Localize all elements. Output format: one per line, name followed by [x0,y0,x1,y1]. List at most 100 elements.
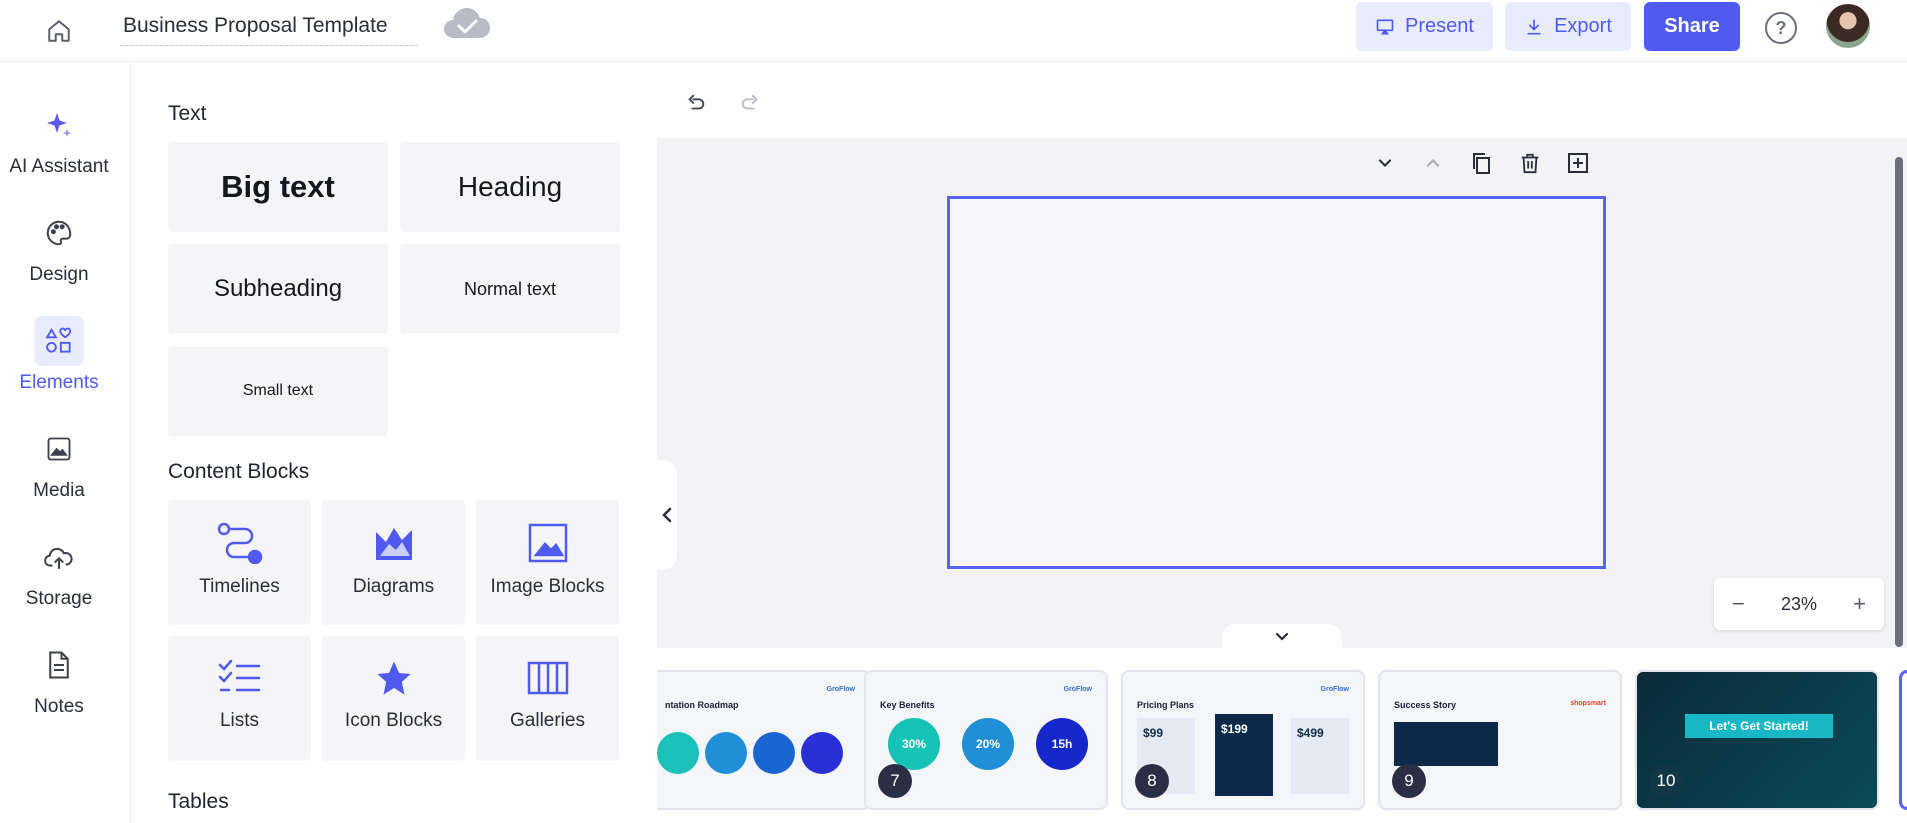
canvas-toolbar [657,62,1907,138]
slide-number: 8 [1135,764,1169,798]
undo-icon [688,94,705,110]
image-block-icon [528,523,567,563]
section-title-tables: Tables [168,790,229,813]
home-icon [48,20,70,42]
section-title-text: Text [168,102,207,125]
rail-item-storage[interactable]: Storage [0,532,118,632]
rail-label: Notes [34,696,84,717]
cloud-saved-icon [442,6,492,42]
chevron-up-icon [1426,159,1440,167]
slide-thumbnail[interactable]: Success Story shopsmart 9 [1378,670,1622,810]
shapes-icon [34,316,84,366]
chevron-down-icon [1378,159,1392,167]
palette-icon [34,208,84,258]
undo-button[interactable] [679,86,713,120]
zoom-level: 23% [1780,593,1818,614]
big-text-block[interactable]: Big text [168,142,388,232]
present-label: Present [1405,15,1474,37]
present-icon [1376,19,1394,34]
chevron-left-icon [662,507,672,523]
zoom-in-button[interactable]: + [1853,591,1866,617]
section-title-content-blocks: Content Blocks [168,460,310,483]
rail-item-notes[interactable]: Notes [0,640,118,740]
slide-thumbnail[interactable]: Pricing Plans GroFlow $99 $199 $499 8 [1121,670,1365,810]
rail-item-ai-assistant[interactable]: AI Assistant [0,100,118,200]
slide-thumbnail[interactable]: ntation Roadmap GroFlow [657,670,871,810]
slide-number: 9 [1392,764,1426,798]
zoom-control: − 23% + [1714,578,1884,630]
left-rail: AI Assistant Design Elements Media Stora… [0,62,131,823]
document-title-input[interactable]: Business Proposal Template [120,10,418,46]
toggle-slide-strip-button[interactable] [1222,624,1342,650]
image-icon [34,424,84,474]
rail-label: Media [33,480,85,501]
plus-square-icon [1568,153,1588,173]
canvas-scrollbar[interactable] [1895,157,1903,647]
diagrams-block[interactable]: Diagrams [322,500,465,625]
move-slide-up-button[interactable] [1416,146,1450,180]
present-button[interactable]: Present [1356,2,1493,51]
block-label: Diagrams [352,576,435,597]
slide-number: 10 [1649,764,1683,798]
slide-strip: ntation Roadmap GroFlow Key Benefits Gro… [657,648,1907,823]
small-text-block[interactable]: Small text [168,346,388,436]
block-label: Timelines [199,576,280,597]
stat-circle: 30% [888,718,940,770]
share-button[interactable]: Share [1644,2,1740,51]
thumb-logo: GroFlow [826,686,855,693]
icon-blocks-block[interactable]: Icon Blocks [322,636,465,761]
help-icon[interactable]: ? [1765,12,1797,44]
elements-panel: Text Big text Heading Subheading Normal … [131,62,657,823]
move-slide-down-button[interactable] [1368,146,1402,180]
timelines-block[interactable]: Timelines [168,500,311,625]
star-icon [376,661,411,695]
galleries-block[interactable]: Galleries [476,636,619,761]
thumb-logo: shopsmart [1570,700,1606,707]
checklist-icon [218,659,260,692]
export-button[interactable]: Export [1505,2,1631,51]
rail-item-elements[interactable]: Elements [0,316,118,416]
current-slide-frame[interactable] [947,196,1606,569]
rail-label: Storage [25,588,93,609]
notes-icon [34,640,84,690]
price: $199 [1221,722,1248,736]
duplicate-slide-button[interactable] [1464,146,1498,180]
download-icon [1527,19,1541,35]
zoom-out-button[interactable]: − [1732,591,1745,617]
copy-icon [1473,153,1490,174]
thumb-title: Let's Get Started! [1685,714,1833,738]
lists-block[interactable]: Lists [168,636,311,761]
slide-thumbnail[interactable]: Let's Get Started! 10 [1635,670,1879,810]
sparkle-icon [34,100,84,150]
slide-thumbnail-next[interactable] [1899,670,1907,810]
cloud-upload-icon [34,532,84,582]
thumb-title: ntation Roadmap [665,700,739,710]
export-label: Export [1554,15,1612,37]
heading-block[interactable]: Heading [400,142,620,232]
redo-button[interactable] [733,86,767,120]
thumb-logo: GroFlow [1320,686,1349,693]
avatar[interactable] [1826,4,1870,48]
block-label: Galleries [510,710,585,731]
delete-slide-button[interactable] [1513,146,1547,180]
timeline-icon [217,522,262,564]
block-label: Icon Blocks [344,710,443,731]
slide-thumbnail[interactable]: Key Benefits GroFlow 30% 20% 15h 7 [864,670,1108,810]
subheading-block[interactable]: Subheading [168,244,388,334]
thumb-logo: GroFlow [1063,686,1092,693]
normal-text-block[interactable]: Normal text [400,244,620,334]
price: $499 [1297,726,1324,740]
block-label: Image Blocks [490,576,605,597]
gallery-icon [527,661,568,695]
image-blocks-block[interactable]: Image Blocks [476,500,619,625]
thumb-title: Success Story [1394,700,1457,710]
add-slide-button[interactable] [1561,146,1595,180]
trash-icon [1521,153,1539,174]
rail-label: Design [29,264,89,285]
price: $99 [1143,726,1164,740]
slide-number: 7 [878,764,912,798]
rail-item-media[interactable]: Media [0,424,118,524]
collapse-panel-button[interactable] [657,460,677,570]
home-button[interactable] [40,12,78,50]
rail-item-design[interactable]: Design [0,208,118,308]
